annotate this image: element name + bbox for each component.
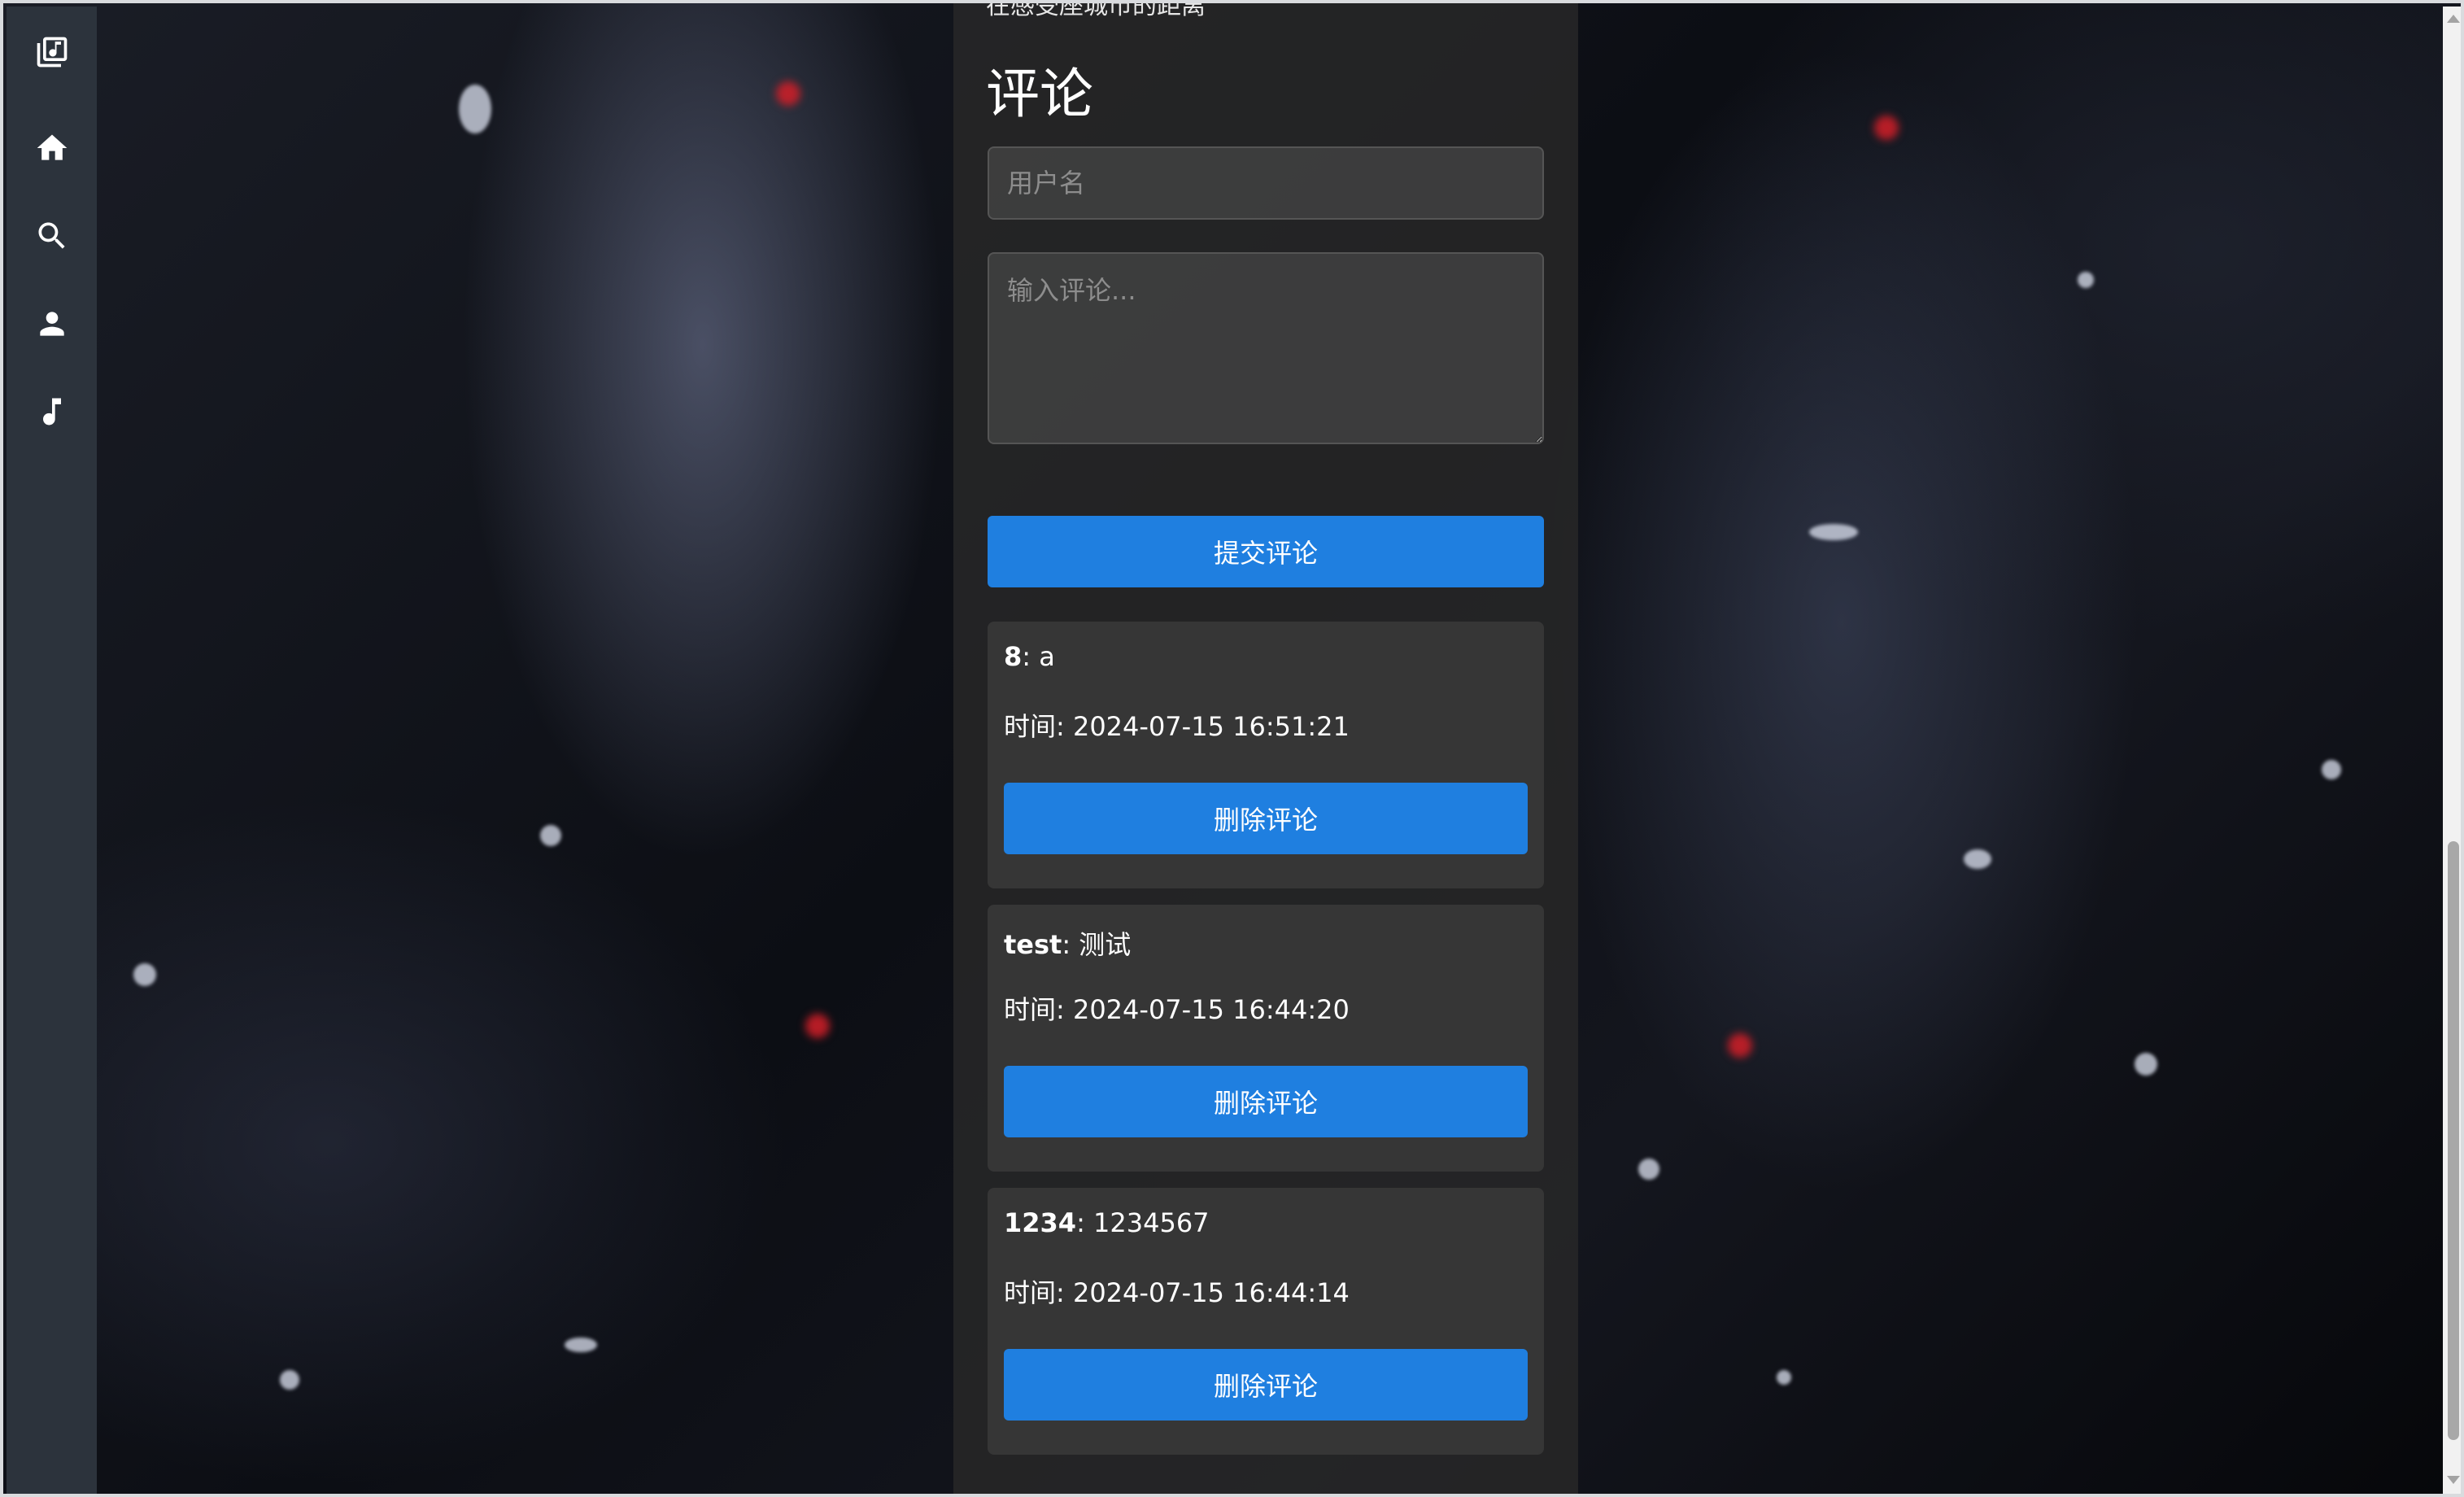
comment-time: 时间: 2024-07-15 16:44:20 bbox=[1004, 994, 1350, 1025]
delete-comment-button[interactable]: 删除评论 bbox=[1004, 783, 1528, 854]
delete-comment-button[interactable]: 删除评论 bbox=[1004, 1066, 1528, 1137]
page-scrollbar[interactable] bbox=[2443, 7, 2461, 1494]
comment-text-line: test: 测试 bbox=[1004, 929, 1132, 960]
music-library-icon[interactable] bbox=[31, 31, 73, 73]
scroll-down-arrow-icon[interactable] bbox=[2447, 1476, 2460, 1484]
comment-text-line: 1234: 1234567 bbox=[1004, 1207, 1210, 1238]
sidebar bbox=[7, 7, 97, 1494]
music-note-icon[interactable] bbox=[31, 391, 73, 433]
user-icon[interactable] bbox=[31, 303, 73, 345]
scroll-thumb[interactable] bbox=[2448, 841, 2459, 1440]
comment-body: 测试 bbox=[1079, 929, 1132, 960]
submit-comment-button[interactable]: 提交评论 bbox=[988, 516, 1544, 587]
comment-time: 时间: 2024-07-15 16:51:21 bbox=[1004, 711, 1350, 742]
comment-item: test: 测试 时间: 2024-07-15 16:44:20 删除评论 bbox=[988, 905, 1544, 1172]
comment-time: 时间: 2024-07-15 16:44:14 bbox=[1004, 1277, 1350, 1308]
comment-item: 8: a 时间: 2024-07-15 16:51:21 删除评论 bbox=[988, 622, 1544, 888]
scroll-up-arrow-icon[interactable] bbox=[2447, 15, 2460, 23]
comment-author: 8 bbox=[1004, 641, 1023, 672]
comment-textarea[interactable] bbox=[988, 252, 1544, 444]
comment-author: 1234 bbox=[1004, 1207, 1077, 1238]
comments-title: 评论 bbox=[986, 63, 1093, 125]
app-window: 在感受座城市的距离 评论 提交评论 8: a 时间: 2024-07-15 16… bbox=[0, 0, 2464, 1497]
comment-item: 1234: 1234567 时间: 2024-07-15 16:44:14 删除… bbox=[988, 1188, 1544, 1455]
comments-panel: 在感受座城市的距离 评论 提交评论 8: a 时间: 2024-07-15 16… bbox=[953, 0, 1578, 1494]
comment-body: 1234567 bbox=[1093, 1207, 1210, 1238]
comment-body: a bbox=[1039, 641, 1055, 672]
comment-author: test bbox=[1004, 929, 1062, 960]
song-subtitle: 在感受座城市的距离 bbox=[986, 0, 1206, 20]
comment-text-line: 8: a bbox=[1004, 641, 1055, 672]
delete-comment-button[interactable]: 删除评论 bbox=[1004, 1349, 1528, 1421]
home-icon[interactable] bbox=[31, 127, 73, 169]
search-icon[interactable] bbox=[31, 215, 73, 257]
username-input[interactable] bbox=[988, 146, 1544, 220]
